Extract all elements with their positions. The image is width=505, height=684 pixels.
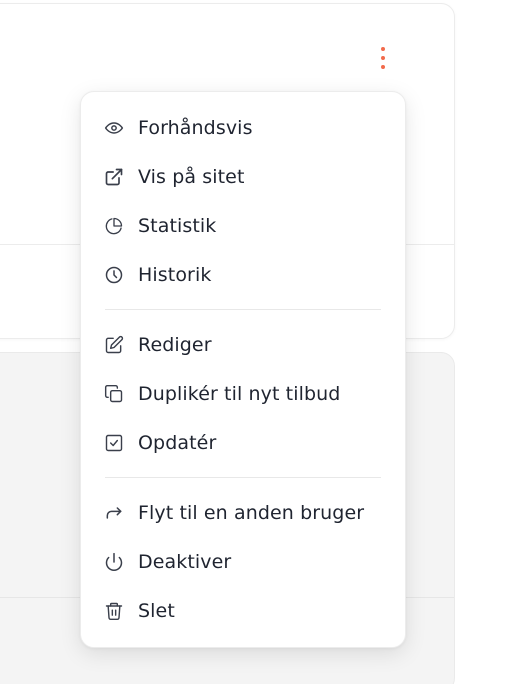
copy-icon	[103, 383, 125, 405]
trash-icon	[103, 600, 125, 622]
check-square-icon	[103, 432, 125, 454]
external-link-icon	[103, 166, 125, 188]
pie-chart-icon	[103, 215, 125, 237]
eye-icon	[103, 117, 125, 139]
menu-item-label: Deaktiver	[138, 550, 232, 573]
menu-item-label: Rediger	[138, 333, 212, 356]
menu-item-view-on-site[interactable]: Vis på sitet	[81, 152, 405, 201]
edit-icon	[103, 334, 125, 356]
menu-item-label: Flyt til en anden bruger	[138, 501, 365, 524]
menu-item-label: Duplikér til nyt tilbud	[138, 382, 341, 405]
menu-item-label: Historik	[138, 263, 212, 286]
menu-item-move-to-user[interactable]: Flyt til en anden bruger	[81, 488, 405, 537]
clock-icon	[103, 264, 125, 286]
menu-item-update[interactable]: Opdatér	[81, 418, 405, 467]
menu-item-statistics[interactable]: Statistik	[81, 201, 405, 250]
menu-item-label: Vis på sitet	[138, 165, 245, 188]
menu-item-label: Statistik	[138, 214, 217, 237]
menu-item-duplicate[interactable]: Duplikér til nyt tilbud	[81, 369, 405, 418]
context-menu: Forhåndsvis Vis på sitet Statistik Histo…	[80, 91, 406, 648]
menu-item-history[interactable]: Historik	[81, 250, 405, 299]
menu-item-deactivate[interactable]: Deaktiver	[81, 537, 405, 586]
menu-separator	[105, 477, 381, 478]
menu-item-label: Forhåndsvis	[138, 116, 253, 139]
power-icon	[103, 551, 125, 573]
menu-item-label: Slet	[138, 599, 175, 622]
menu-item-preview[interactable]: Forhåndsvis	[81, 103, 405, 152]
more-options-icon[interactable]	[372, 42, 394, 74]
screen: Forhåndsvis Vis på sitet Statistik Histo…	[0, 0, 505, 684]
forward-arrow-icon	[103, 502, 125, 524]
menu-item-label: Opdatér	[138, 431, 217, 454]
menu-item-delete[interactable]: Slet	[81, 586, 405, 635]
menu-separator	[105, 309, 381, 310]
menu-item-edit[interactable]: Rediger	[81, 320, 405, 369]
